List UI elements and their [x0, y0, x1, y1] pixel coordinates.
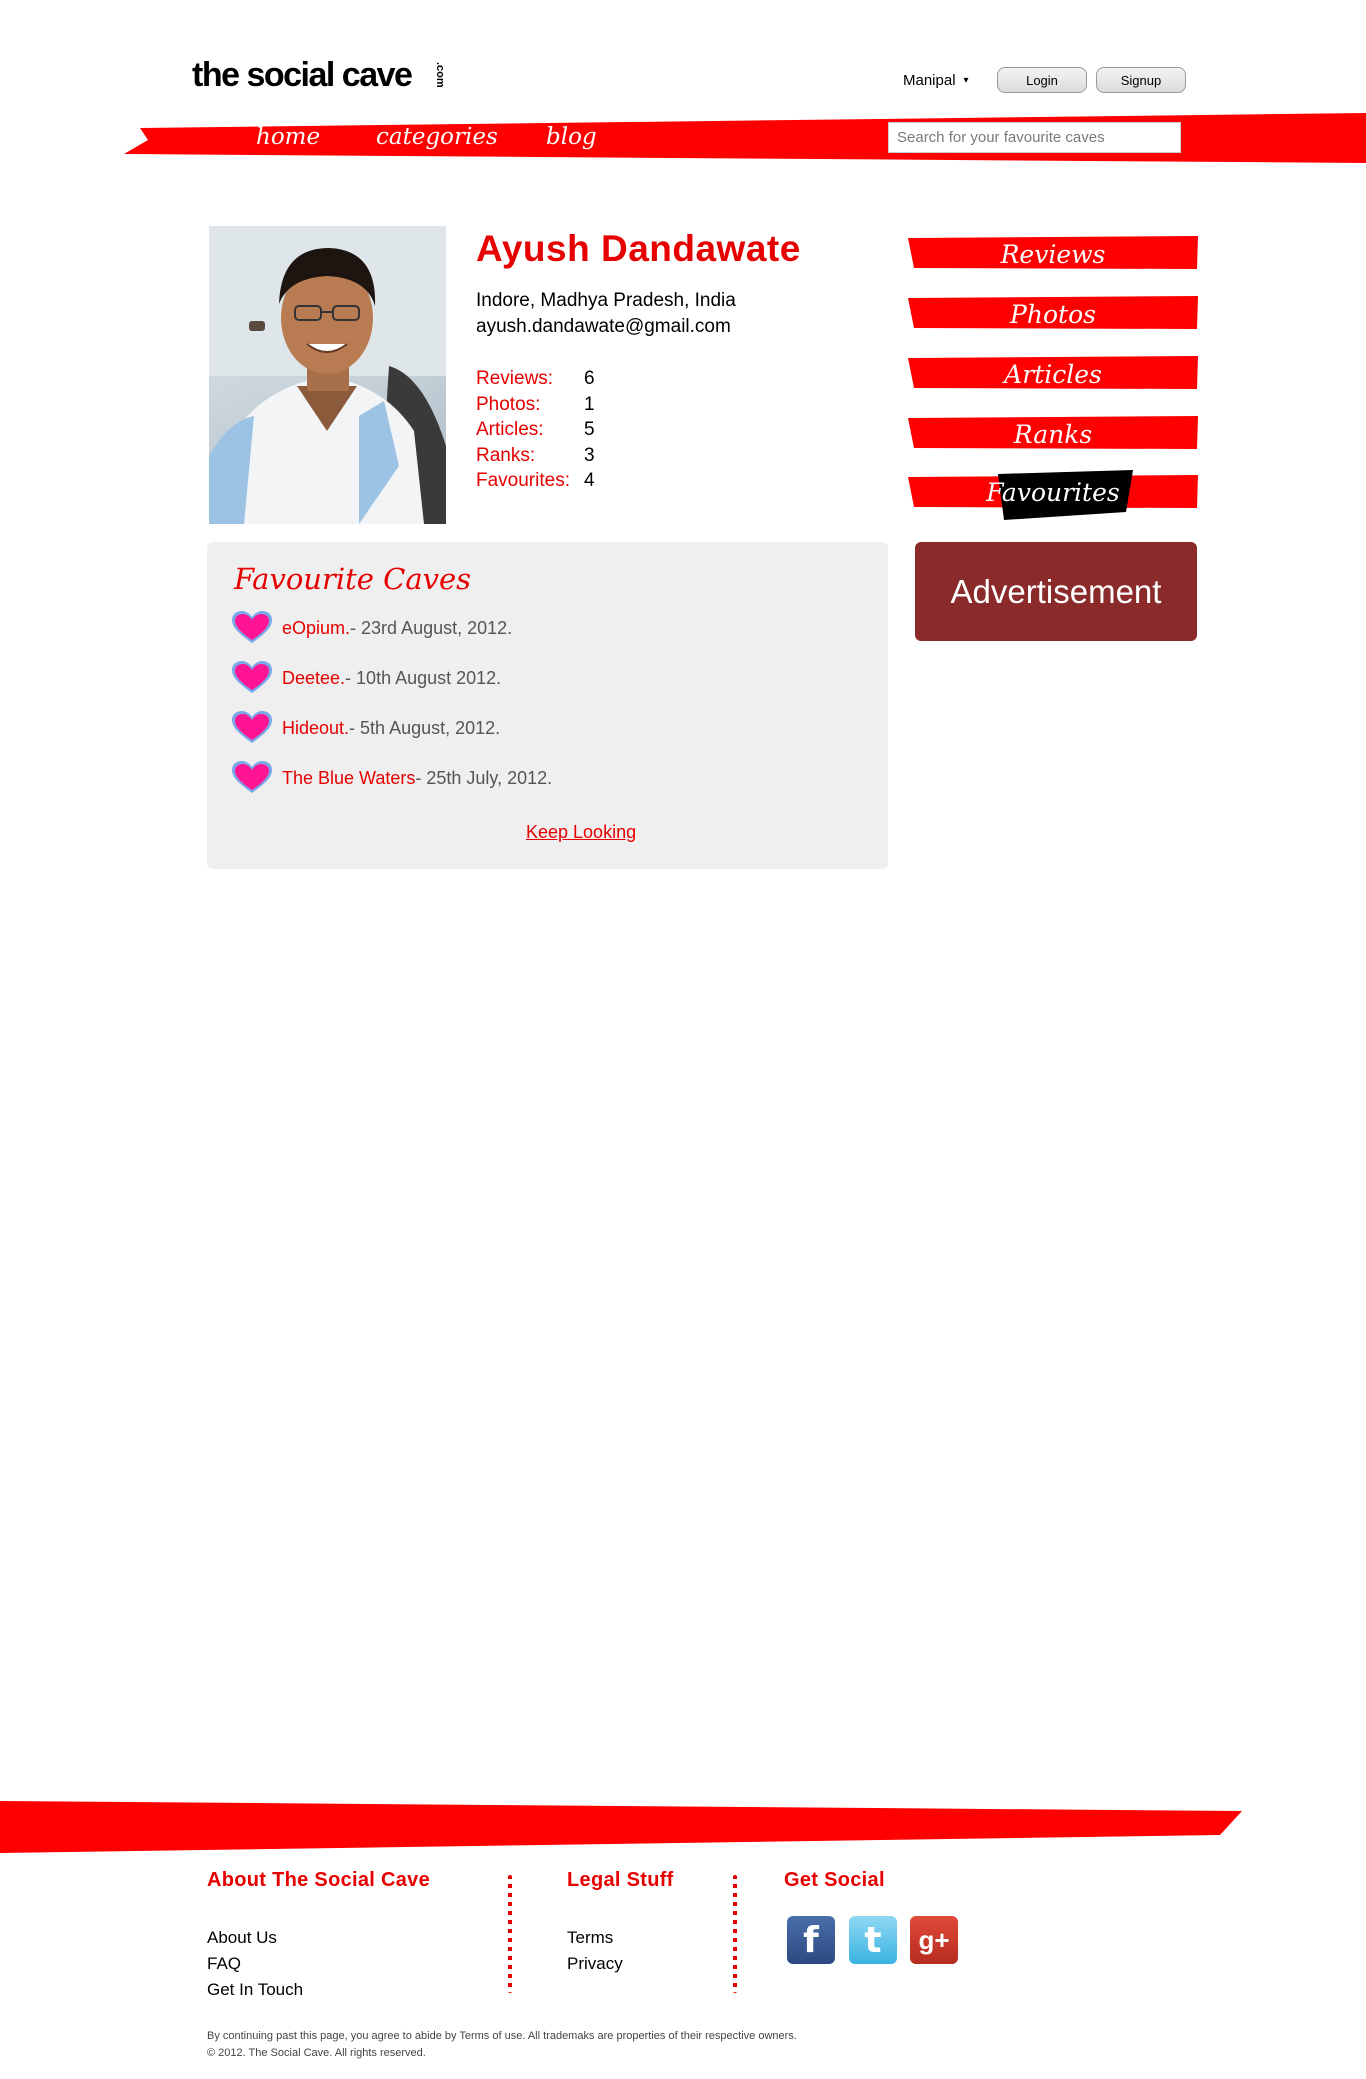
footer-legal-heading: Legal Stuff: [567, 1869, 674, 1891]
stat-label: Ranks:: [476, 444, 536, 466]
stat-value: 4: [584, 470, 595, 491]
stat-label: Articles:: [476, 419, 544, 440]
footer-social-heading: Get Social: [784, 1869, 885, 1891]
panel-title: Favourite Caves: [234, 562, 472, 596]
footer-divider: [508, 1875, 512, 1993]
favourite-cave-link[interactable]: The Blue Waters: [282, 768, 415, 789]
stat-label: Photos:: [476, 393, 541, 415]
footer-link-terms[interactable]: Terms: [567, 1928, 613, 1948]
site-logo[interactable]: the social cave: [192, 56, 413, 95]
list-item: Hideout. - 5th August, 2012.: [232, 711, 500, 745]
tab-label: Ranks: [1013, 420, 1093, 449]
chevron-down-icon: ▾: [963, 75, 969, 86]
stat-label: Reviews:: [476, 368, 554, 389]
stat-value: 6: [584, 368, 595, 389]
heart-icon: [232, 661, 272, 693]
stat-ranks: Ranks: 3: [476, 443, 595, 469]
nav-categories-link[interactable]: categories: [376, 124, 498, 150]
city-label: Manipal: [903, 72, 956, 89]
tab-favourites[interactable]: Favourites: [908, 470, 1198, 524]
heart-icon: [232, 711, 272, 743]
tab-ranks[interactable]: Ranks: [908, 416, 1198, 451]
keep-looking-link[interactable]: Keep Looking: [526, 822, 636, 843]
profile-name: Ayush Dandawate: [476, 228, 801, 269]
tab-articles[interactable]: Articles: [908, 356, 1198, 391]
favourite-date: - 5th August, 2012.: [349, 717, 501, 738]
footer-disclaimer: By continuing past this page, you agree …: [207, 2030, 797, 2042]
site-logo-suffix: .com: [434, 62, 446, 88]
signup-button[interactable]: Signup: [1096, 67, 1186, 93]
profile-avatar: [209, 226, 446, 524]
footer-link-faq[interactable]: FAQ: [207, 1954, 241, 1974]
tab-label: Reviews: [1000, 240, 1106, 269]
profile-email: ayush.dandawate@gmail.com: [476, 316, 731, 337]
footer-link-about-us[interactable]: About Us: [207, 1928, 277, 1948]
stat-articles: Articles: 5: [476, 417, 595, 443]
footer-copyright: © 2012. The Social Cave. All rights rese…: [207, 2047, 426, 2059]
stat-reviews: Reviews: 6: [476, 366, 595, 392]
favourite-date: - 23rd August, 2012.: [350, 617, 513, 638]
favourite-cave-link[interactable]: Deetee.: [282, 668, 345, 689]
google-plus-icon[interactable]: g+: [910, 1916, 958, 1964]
footer-link-get-in-touch[interactable]: Get In Touch: [207, 1980, 303, 2000]
city-selector[interactable]: Manipal ▾: [903, 72, 969, 89]
tab-label: Favourites: [986, 478, 1120, 507]
login-button[interactable]: Login: [997, 67, 1087, 93]
tab-reviews[interactable]: Reviews: [908, 236, 1198, 271]
advertisement-box[interactable]: Advertisement: [915, 542, 1197, 641]
footer-about-heading: About The Social Cave: [207, 1869, 431, 1891]
footer-divider: [733, 1875, 737, 1993]
stat-label: Favourites:: [476, 470, 570, 491]
favourite-date: - 10th August 2012.: [345, 667, 502, 688]
list-item: eOpium. - 23rd August, 2012.: [232, 611, 512, 645]
tab-photos[interactable]: Photos: [908, 296, 1198, 331]
heart-icon: [232, 611, 272, 643]
heart-icon: [232, 761, 272, 793]
tab-label: Articles: [1004, 360, 1102, 389]
stat-value: 5: [584, 419, 595, 440]
stat-favourites: Favourites: 4: [476, 468, 595, 494]
profile-location: Indore, Madhya Pradesh, India: [476, 290, 736, 311]
stat-photos: Photos: 1: [476, 392, 595, 418]
list-item: The Blue Waters - 25th July, 2012.: [232, 761, 552, 795]
nav-blog-link[interactable]: blog: [546, 124, 597, 150]
search-input[interactable]: [888, 122, 1181, 153]
favourite-date: - 25th July, 2012.: [415, 767, 553, 788]
footer-stripe: [0, 1801, 1242, 1853]
nav-home-link[interactable]: home: [256, 124, 320, 150]
tab-label: Photos: [1010, 300, 1096, 329]
footer-link-privacy[interactable]: Privacy: [567, 1954, 623, 1974]
list-item: Deetee. - 10th August 2012.: [232, 661, 501, 695]
stat-value: 1: [584, 393, 595, 415]
favourite-cave-link[interactable]: Hideout.: [282, 718, 349, 739]
stat-value: 3: [584, 444, 595, 466]
facebook-icon[interactable]: f: [787, 1916, 835, 1964]
twitter-icon[interactable]: t: [849, 1916, 897, 1964]
profile-stats: Reviews: 6 Photos: 1 Articles: 5 Ranks: 3 Fa…: [476, 366, 595, 494]
favourite-cave-link[interactable]: eOpium.: [282, 618, 350, 639]
